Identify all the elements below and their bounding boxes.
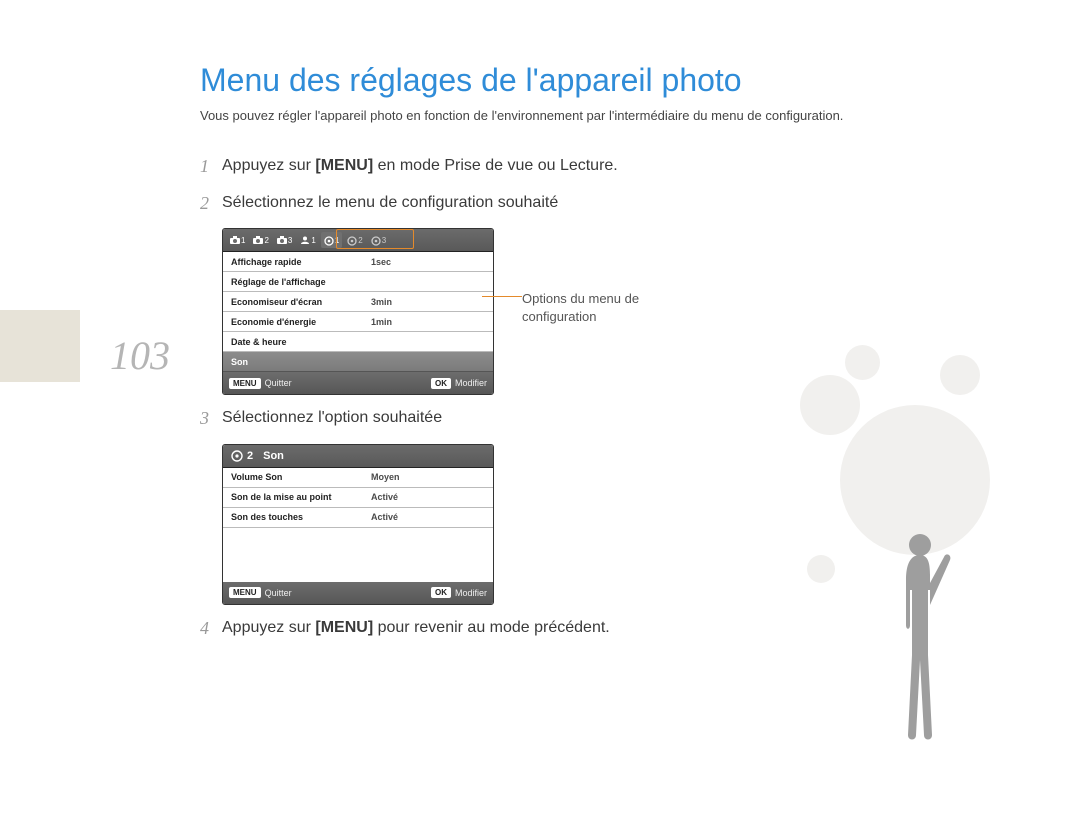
menu-row: Economie d'énergie1min (223, 312, 493, 332)
callout-connector (482, 296, 522, 297)
page-number-block: 103 (110, 332, 190, 402)
person-icon (300, 236, 310, 244)
menu-body: Volume SonMoyen Son de la mise au pointA… (223, 468, 493, 582)
screen-footer: MENU Quitter OK Modifier (223, 372, 493, 394)
tab-settings-2: 2 (344, 232, 365, 248)
callout-label: Options du menu de configuration (522, 290, 642, 325)
gear-icon (371, 236, 381, 244)
menu-row: Son des touchesActivé (223, 508, 493, 528)
step-4: 4 Appuyez sur [MENU] pour revenir au mod… (200, 617, 620, 640)
page-number-bar (0, 310, 80, 382)
camera-screen-1: 1 2 3 1 1 2 3 Affichage rapide1sec Régla… (222, 228, 494, 395)
step-text: Appuyez sur [MENU] en mode Prise de vue … (222, 155, 620, 178)
step-text-pre: Appuyez sur (222, 157, 315, 174)
step-text-post: pour revenir au mode précédent. (373, 619, 610, 636)
step-text-bold: [MENU] (315, 157, 373, 174)
header-title: Son (263, 450, 284, 462)
menu-button-label: MENU (229, 587, 261, 598)
tab-settings-1: 1 (321, 232, 342, 248)
document-page: Menu des réglages de l'appareil photo Vo… (0, 0, 1080, 815)
menu-button-label: MENU (229, 378, 261, 389)
step-3: 3 Sélectionnez l'option souhaitée (200, 407, 620, 430)
menu-row: Réglage de l'affichage (223, 272, 493, 292)
tab-person-1: 1 (297, 232, 318, 248)
page-number: 103 (110, 332, 170, 379)
footer-quit-label: Quitter (265, 588, 292, 598)
tab-camera-3: 3 (274, 232, 295, 248)
gear-icon (347, 236, 357, 244)
step-text: Appuyez sur [MENU] pour revenir au mode … (222, 617, 620, 640)
gear-icon (231, 450, 243, 462)
bg-circle (800, 375, 860, 435)
ok-button-label: OK (431, 587, 451, 598)
menu-body: Affichage rapide1sec Réglage de l'affich… (223, 252, 493, 372)
step-text-pre: Appuyez sur (222, 619, 315, 636)
person-silhouette (880, 525, 960, 745)
step-number: 4 (200, 617, 222, 640)
header-num: 2 (247, 450, 253, 462)
menu-row: Volume SonMoyen (223, 468, 493, 488)
tab-camera-2: 2 (250, 232, 271, 248)
step-text-post: en mode Prise de vue ou Lecture. (373, 157, 618, 174)
page-subtitle: Vous pouvez régler l'appareil photo en f… (200, 108, 843, 123)
camera-icon (277, 236, 287, 244)
step-number: 1 (200, 155, 222, 178)
step-text: Sélectionnez le menu de configuration so… (222, 192, 620, 215)
camera-icon (253, 236, 263, 244)
menu-row-selected: Son (223, 352, 493, 372)
footer-quit-label: Quitter (265, 378, 292, 388)
camera-screen-2: 2 Son Volume SonMoyen Son de la mise au … (222, 444, 494, 605)
camera-icon (230, 236, 240, 244)
screen-footer: MENU Quitter OK Modifier (223, 582, 493, 604)
screen-header: 2 Son (223, 445, 493, 468)
step-number: 3 (200, 407, 222, 430)
menu-row: Date & heure (223, 332, 493, 352)
footer-modify-label: Modifier (455, 588, 487, 598)
gear-icon (324, 236, 334, 244)
steps-list: 1 Appuyez sur [MENU] en mode Prise de vu… (200, 155, 620, 653)
step-text-bold: [MENU] (315, 619, 373, 636)
tab-settings-3: 3 (368, 232, 389, 248)
menu-row: Son de la mise au pointActivé (223, 488, 493, 508)
step-2: 2 Sélectionnez le menu de configuration … (200, 192, 620, 215)
tab-bar: 1 2 3 1 1 2 3 (223, 229, 493, 252)
bg-circle (807, 555, 835, 583)
step-text: Sélectionnez l'option souhaitée (222, 407, 620, 430)
menu-row: Economiseur d'écran3min (223, 292, 493, 312)
bg-circle (940, 355, 980, 395)
bg-circle (845, 345, 880, 380)
step-number: 2 (200, 192, 222, 215)
menu-row: Affichage rapide1sec (223, 252, 493, 272)
footer-modify-label: Modifier (455, 378, 487, 388)
page-title: Menu des réglages de l'appareil photo (200, 62, 742, 99)
ok-button-label: OK (431, 378, 451, 389)
tab-camera-1: 1 (227, 232, 248, 248)
step-1: 1 Appuyez sur [MENU] en mode Prise de vu… (200, 155, 620, 178)
